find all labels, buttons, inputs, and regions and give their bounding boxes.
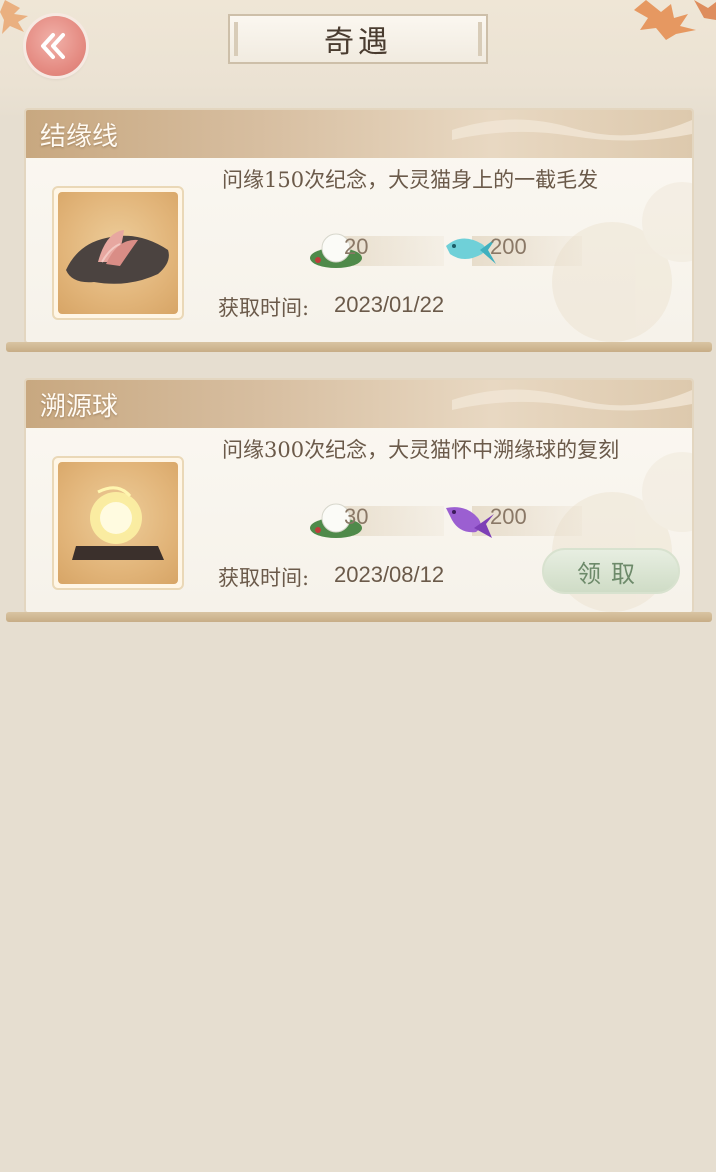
card-header: 溯源球 (26, 380, 692, 428)
time-label: 获取时间: (218, 296, 310, 320)
card-title: 溯源球 (40, 392, 119, 422)
reward-value: 30 (344, 504, 369, 529)
claim-button[interactable]: 领取 (542, 548, 680, 594)
page-title: 奇遇 (228, 14, 488, 64)
wave-decoration (452, 389, 692, 411)
reward-fish: 200 (442, 500, 592, 540)
reward-value: 200 (490, 504, 527, 529)
item-image (58, 462, 178, 584)
card-shelf (6, 342, 712, 352)
item-image (58, 192, 178, 314)
reward-value: 200 (490, 234, 527, 259)
reward-rice: 20 (308, 230, 458, 270)
time-value: 2023/08/12 (334, 562, 445, 587)
card-title: 结缘线 (40, 122, 119, 152)
back-button[interactable] (26, 16, 86, 76)
time-label: 获取时间: (218, 566, 310, 590)
back-arrow-icon (41, 33, 65, 59)
card-header: 结缘线 (26, 110, 692, 158)
item-frame[interactable] (52, 186, 184, 320)
glowing-orb-icon (72, 486, 164, 560)
time-value: 2023/01/22 (334, 292, 445, 317)
item-frame[interactable] (52, 456, 184, 590)
maple-leaf-icon (634, 0, 716, 40)
card-description: 问缘150次纪念，大灵猫身上的一截毛发 (222, 168, 599, 192)
reward-fish: 200 (442, 230, 592, 270)
reward-rice: 30 (308, 500, 458, 540)
hair-lock-icon (66, 230, 169, 284)
reward-value: 20 (344, 234, 369, 259)
card-shelf (6, 612, 712, 622)
card-description: 问缘300次纪念，大灵猫怀中溯缘球的复刻 (222, 438, 620, 462)
encounter-card: 结缘线 问缘150次纪念，大灵猫身上的一截毛发 20 200 获取时间: 202… (24, 108, 694, 344)
wave-decoration (452, 119, 692, 141)
encounter-card: 溯源球 问缘300次纪念，大灵猫怀中溯缘球的复刻 30 200 获取时间: 20… (24, 378, 694, 614)
